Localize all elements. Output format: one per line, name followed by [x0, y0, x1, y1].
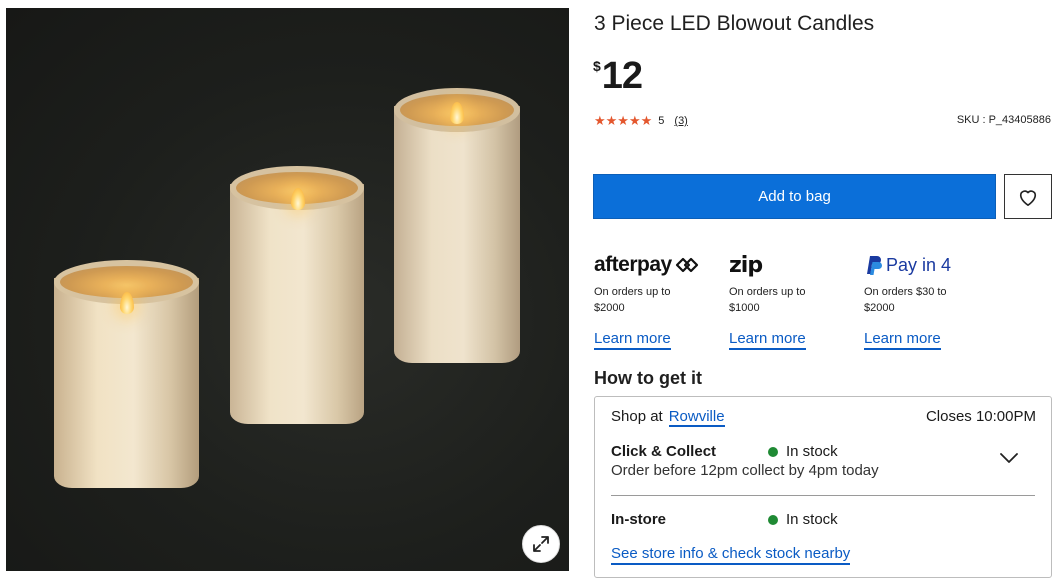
- shop-at-label: Shop at: [611, 408, 663, 425]
- store-closing-time: Closes 10:00PM: [925, 408, 1036, 425]
- how-to-get-it-heading: How to get it: [594, 368, 702, 388]
- product-image[interactable]: [6, 8, 569, 571]
- wishlist-button[interactable]: [1004, 174, 1052, 219]
- afterpay-logo: afterpay: [594, 250, 719, 280]
- rating-value: 5: [658, 115, 665, 127]
- click-collect-title: Click & Collect: [611, 443, 717, 460]
- shop-at: Shop at Rowville: [611, 408, 725, 427]
- in-store-title: In-store: [611, 511, 667, 528]
- expand-icon: [533, 536, 549, 552]
- store-info-link[interactable]: See store info & check stock nearby: [611, 545, 851, 565]
- expand-image-button[interactable]: [522, 525, 560, 563]
- store-link[interactable]: Rowville: [668, 408, 725, 427]
- product-title: 3 Piece LED Blowout Candles: [594, 12, 875, 35]
- star-icon: ★★★★★: [594, 113, 653, 128]
- payment-option-paypal: Pay in 4 On orders $30 to $2000 Learn mo…: [864, 250, 989, 350]
- candle-image-left: [54, 260, 199, 488]
- in-stock-dot-icon: [768, 514, 778, 525]
- in-stock-dot-icon: [768, 446, 778, 457]
- zip-learn-more-link[interactable]: Learn more: [729, 330, 806, 350]
- price-amount: 12: [601, 55, 643, 97]
- candle-image-middle: [230, 166, 364, 424]
- price-currency: $: [593, 58, 601, 74]
- heart-icon: [1019, 189, 1037, 206]
- paypal-desc: On orders $30 to $2000: [864, 286, 947, 314]
- product-price: $ 12: [593, 54, 643, 98]
- chevron-down-icon: [1000, 453, 1018, 463]
- paypal-learn-more-link[interactable]: Learn more: [864, 330, 941, 350]
- fulfilment-panel: Shop at Rowville Closes 10:00PM Click & C…: [594, 396, 1052, 578]
- in-store-stock: In stock: [768, 511, 838, 528]
- afterpay-learn-more-link[interactable]: Learn more: [594, 330, 671, 350]
- payment-option-afterpay: afterpay On orders up to $2000 Learn mor…: [594, 250, 719, 350]
- paypal-logo: Pay in 4: [864, 250, 989, 280]
- click-collect-note: Order before 12pm collect by 4pm today: [611, 462, 879, 479]
- rating[interactable]: ★★★★★ 5 (3): [594, 113, 688, 129]
- zip-desc: On orders up to $1000: [729, 286, 806, 314]
- add-to-bag-button[interactable]: Add to bag: [593, 174, 996, 219]
- payment-option-zip: zip On orders up to $1000 Learn more: [729, 250, 854, 350]
- zip-logo: zip: [729, 252, 763, 278]
- paypal-icon: [867, 256, 882, 275]
- click-collect-expand-button[interactable]: [999, 451, 1019, 469]
- afterpay-desc: On orders up to $2000: [594, 286, 671, 314]
- divider: [611, 495, 1035, 496]
- click-collect-stock: In stock: [768, 443, 838, 460]
- candle-image-right: [394, 88, 520, 363]
- review-count-link[interactable]: (3): [674, 115, 687, 127]
- sku: SKU : P_43405886: [956, 114, 1051, 126]
